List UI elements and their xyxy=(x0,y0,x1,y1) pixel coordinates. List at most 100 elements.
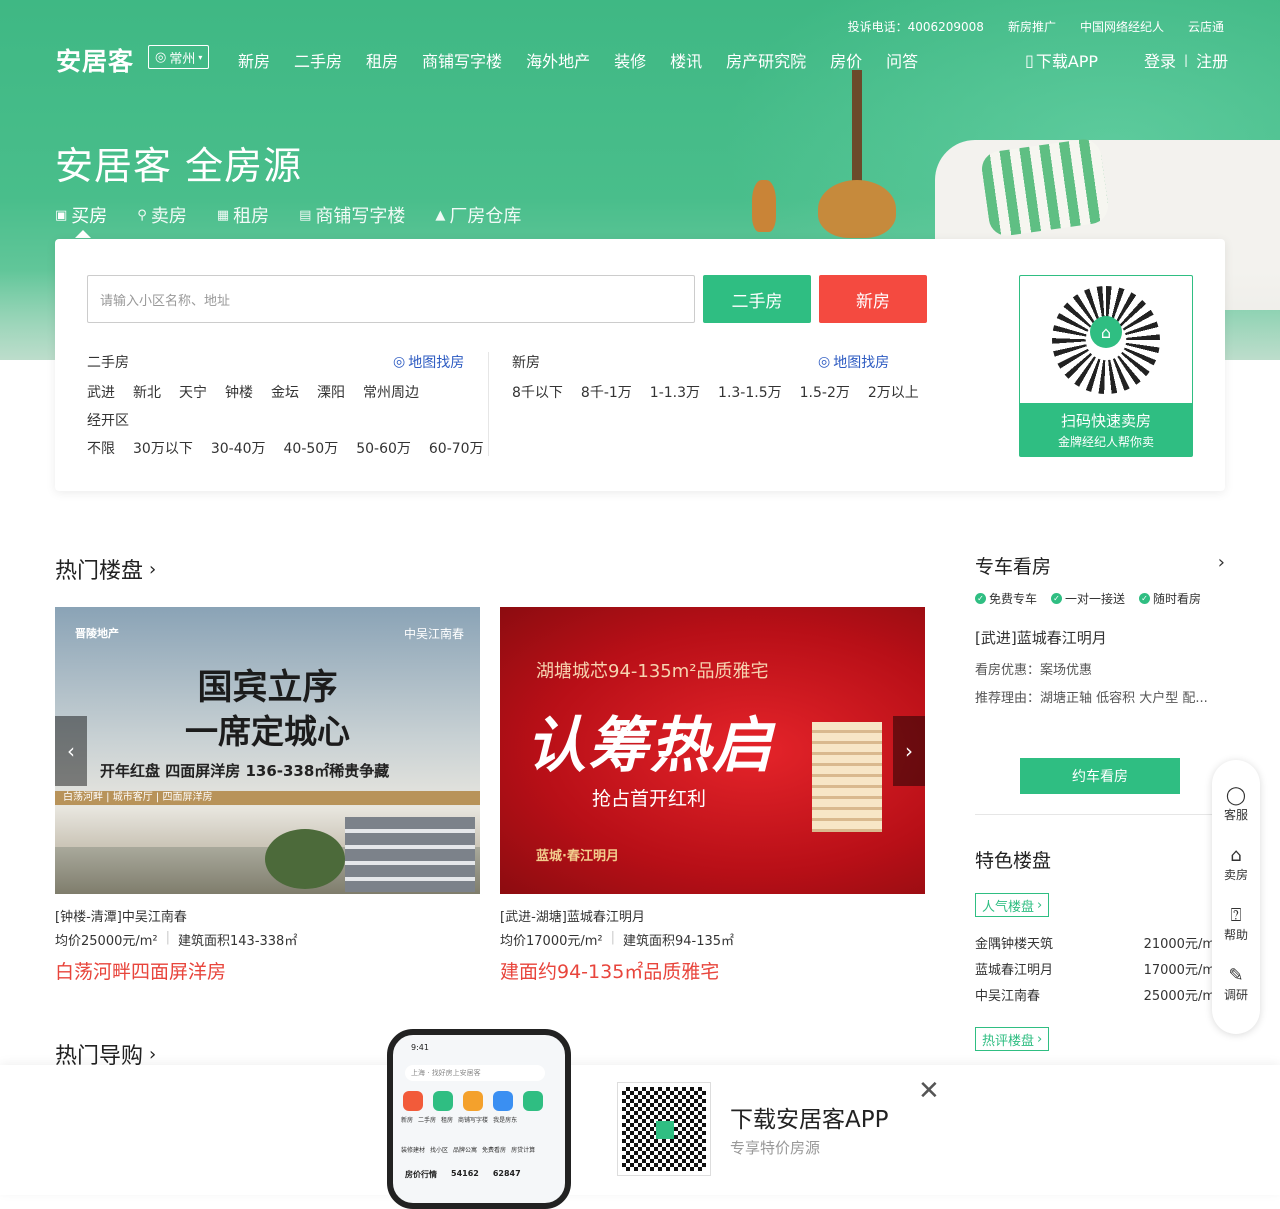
app-download-qr xyxy=(617,1082,711,1176)
price-link[interactable]: 2万以上 xyxy=(868,382,919,402)
property-name[interactable]: [钟楼-清潭]中吴江南春 xyxy=(55,906,187,925)
newhome-map-link[interactable]: ◎ 地图找房 xyxy=(818,352,889,372)
headset-icon: ◯ xyxy=(1225,785,1247,806)
price-link[interactable]: 1-1.3万 xyxy=(650,382,700,402)
region-link[interactable]: 金坛 xyxy=(271,382,299,402)
price-link[interactable]: 30万以下 xyxy=(133,438,193,458)
newhome-section-title: 新房 xyxy=(512,355,540,371)
secondhand-section-title: 二手房 xyxy=(87,355,129,371)
topbar-link-cloudstore[interactable]: 云店通 xyxy=(1188,18,1224,35)
survey-button[interactable]: ✎ 调研 xyxy=(1212,966,1260,1003)
property-slogan[interactable]: 建面约94-135㎡品质雅宅 xyxy=(500,957,719,984)
chevron-right-icon: › xyxy=(149,558,157,580)
property-banner-2[interactable]: 湖塘城芯94-135m²品质雅宅 认筹热启 抢占首开红利 蓝城·春江明月 xyxy=(500,607,925,894)
landlord-icon xyxy=(523,1091,543,1111)
logo[interactable]: 安居客 xyxy=(56,42,134,78)
nav-link[interactable]: 二手房 xyxy=(294,48,342,72)
region-link[interactable]: 钟楼 xyxy=(225,382,253,402)
region-links-2: 经开区 xyxy=(87,410,129,430)
phone-city: 上海 xyxy=(411,1069,425,1077)
property-name[interactable]: [武进-湖塘]蓝城春江明月 xyxy=(500,906,645,925)
property-slogan[interactable]: 白荡河畔四面屏洋房 xyxy=(55,957,226,984)
price-link[interactable]: 50-60万 xyxy=(356,438,411,458)
banner-subline: 抢占首开红利 xyxy=(592,788,707,810)
price-link[interactable]: 30-40万 xyxy=(211,438,266,458)
review-tag[interactable]: 热评楼盘 › xyxy=(975,1027,1050,1051)
book-car-button[interactable]: 约车看房 xyxy=(1020,758,1180,794)
featured-row[interactable]: 中吴江南春 25000元/m xyxy=(975,985,1215,1004)
region-links: 武进 新北 天宁 钟楼 金坛 溧阳 常州周边 xyxy=(87,382,419,402)
featured-row[interactable]: 蓝城春江明月 17000元/m xyxy=(975,959,1215,978)
car-viewing-header[interactable]: 专车看房 › xyxy=(975,552,1225,579)
city-selector[interactable]: ◎ 常州 ▾ xyxy=(148,45,210,69)
phone-price-row: 房价行情 54162 62847 xyxy=(405,1169,521,1180)
info-divider: | xyxy=(165,930,171,945)
nav-link[interactable]: 新房 xyxy=(238,48,270,72)
benefit-label: 一对一接送 xyxy=(1065,592,1126,606)
customer-service-button[interactable]: ◯ 客服 xyxy=(1212,786,1260,823)
topbar-link-promo[interactable]: 新房推广 xyxy=(1008,18,1056,35)
region-link[interactable]: 武进 xyxy=(87,382,115,402)
location-pin-icon: ◎ xyxy=(818,354,831,370)
nav-link[interactable]: 问答 xyxy=(886,48,918,72)
hero-title: 安居客 全房源 xyxy=(55,144,303,188)
price-link[interactable]: 40-50万 xyxy=(284,438,339,458)
phone-search-text: 找好房上安居客 xyxy=(431,1069,481,1077)
banner-brand: 蓝城·春江明月 xyxy=(536,849,619,864)
guitar-body-decoration xyxy=(818,180,896,238)
help-button[interactable]: ⍰ 帮助 xyxy=(1212,906,1260,943)
nav-link[interactable]: 房价 xyxy=(830,48,862,72)
popular-tag[interactable]: 人气楼盘 › xyxy=(975,893,1050,917)
nav-link[interactable]: 商铺写字楼 xyxy=(422,48,502,72)
car-project-name[interactable]: [武进]蓝城春江明月 xyxy=(975,627,1107,648)
property-price: 均价25000元/m² xyxy=(55,934,158,949)
carousel-next-button[interactable]: › xyxy=(893,716,925,786)
price-link[interactable]: 1.5-2万 xyxy=(800,382,850,402)
phone-label: 我是房东 xyxy=(493,1117,518,1124)
secondhand-map-link[interactable]: ◎ 地图找房 xyxy=(393,352,464,372)
side-divider xyxy=(975,814,1225,815)
hot-properties-title[interactable]: 热门楼盘 › xyxy=(55,553,156,585)
search-secondhand-button[interactable]: 二手房 xyxy=(703,275,811,323)
nav-link[interactable]: 房产研究院 xyxy=(726,48,806,72)
price-link[interactable]: 1.3-1.5万 xyxy=(718,382,782,402)
search-input[interactable]: 请输入小区名称、地址 xyxy=(87,275,695,323)
login-link[interactable]: 登录 xyxy=(1144,48,1176,72)
qr-footer: 扫码快速卖房 金牌经纪人帮你卖 xyxy=(1020,403,1192,456)
tab-label: 卖房 xyxy=(150,206,187,227)
featured-header: 特色楼盘 xyxy=(975,846,1225,873)
price-link[interactable]: 60-70万 xyxy=(429,438,484,458)
close-icon[interactable]: ✕ xyxy=(918,1076,940,1106)
tab-warehouse[interactable]: ▲ 厂房仓库 xyxy=(435,202,521,236)
price-link[interactable]: 不限 xyxy=(87,438,115,458)
tab-sell[interactable]: ⚲ 卖房 xyxy=(137,202,187,236)
topbar-link-agent[interactable]: 中国网络经纪人 xyxy=(1080,18,1164,35)
nav-link[interactable]: 装修 xyxy=(614,48,646,72)
download-app-link[interactable]: ▯ 下载APP xyxy=(1025,48,1098,72)
secondhand-icon xyxy=(433,1091,453,1111)
price-link[interactable]: 8千-1万 xyxy=(581,382,632,402)
map-link-label: 地图找房 xyxy=(833,355,890,371)
region-link[interactable]: 天宁 xyxy=(179,382,207,402)
search-newhome-button[interactable]: 新房 xyxy=(819,275,927,323)
nav-link[interactable]: 海外地产 xyxy=(526,48,590,72)
nav-link[interactable]: 楼讯 xyxy=(670,48,702,72)
featured-row[interactable]: 金隅钟楼天筑 21000元/m xyxy=(975,933,1215,952)
region-link[interactable]: 常州周边 xyxy=(363,382,419,402)
key-icon: ⚲ xyxy=(137,207,147,223)
tab-rent[interactable]: ▦ 租房 xyxy=(217,202,269,236)
carousel-prev-button[interactable]: ‹ xyxy=(55,716,87,786)
tab-buy[interactable]: ▣ 买房 xyxy=(55,202,107,238)
region-link[interactable]: 新北 xyxy=(133,382,161,402)
phone-labels-2: 装修建材 找小区 品牌公寓 免费看房 房贷计算 xyxy=(401,1145,535,1154)
region-link[interactable]: 经开区 xyxy=(87,410,129,430)
property-banner-1[interactable]: 晋陵地产 中吴江南春 国宾立序 一席定城心 开年红盘 四面屏洋房 136-338… xyxy=(55,607,480,894)
register-link[interactable]: 注册 xyxy=(1196,48,1228,72)
sell-qr-card[interactable]: ⌂ 扫码快速卖房 金牌经纪人帮你卖 xyxy=(1019,275,1193,457)
sell-button[interactable]: ⌂ 卖房 xyxy=(1212,846,1260,883)
tab-office[interactable]: ▤ 商铺写字楼 xyxy=(299,202,405,236)
region-link[interactable]: 溧阳 xyxy=(317,382,345,402)
nav-link[interactable]: 租房 xyxy=(366,48,398,72)
nav-links: 新房 二手房 租房 商铺写字楼 海外地产 装修 楼讯 房产研究院 房价 问答 xyxy=(238,48,918,72)
price-link[interactable]: 8千以下 xyxy=(512,382,563,402)
